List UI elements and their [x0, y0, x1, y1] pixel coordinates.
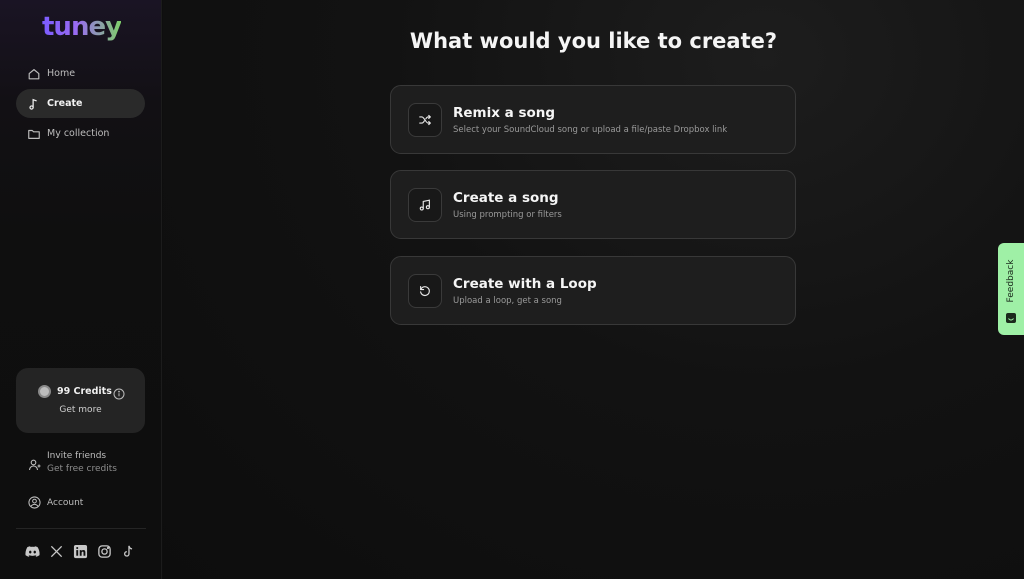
sidebar-item-label: My collection	[47, 128, 110, 139]
remix-song-card[interactable]: Remix a song Select your SoundCloud song…	[390, 85, 796, 154]
info-icon[interactable]	[113, 385, 125, 400]
feedback-tab[interactable]: Feedback	[998, 243, 1024, 335]
create-song-card[interactable]: Create a song Using prompting or filters	[390, 170, 796, 239]
account-label: Account	[47, 497, 84, 508]
account-icon	[28, 496, 41, 509]
sidebar-item-create[interactable]: Create	[16, 89, 145, 118]
card-title: Create a song	[453, 190, 559, 206]
coin-icon	[38, 385, 51, 398]
invite-title: Invite friends	[47, 451, 107, 461]
discord-icon[interactable]	[25, 544, 40, 559]
x-icon[interactable]	[49, 544, 64, 559]
instagram-icon[interactable]	[97, 544, 112, 559]
sidebar-item-label: Create	[47, 98, 83, 109]
card-subtitle: Upload a loop, get a song	[453, 296, 562, 306]
create-loop-card[interactable]: Create with a Loop Upload a loop, get a …	[390, 256, 796, 325]
credits-row: 99 Credits	[38, 385, 112, 398]
credits-count: 99 Credits	[57, 386, 112, 397]
sidebar-item-home[interactable]: Home	[16, 59, 145, 88]
card-subtitle: Select your SoundCloud song or upload a …	[453, 125, 728, 135]
feedback-icon	[1005, 309, 1017, 323]
page-title: What would you like to create?	[409, 29, 778, 53]
sidebar: tuney Home Create My collection 99 Credi…	[0, 0, 162, 579]
tuney-logo[interactable]: tuney	[42, 12, 122, 42]
credits-panel: 99 Credits Get more	[16, 368, 145, 433]
folder-icon	[27, 127, 41, 141]
sidebar-divider	[16, 528, 146, 529]
invite-friends[interactable]: Invite friends Get free credits	[28, 451, 117, 474]
music-note-icon	[27, 97, 41, 111]
user-plus-icon	[28, 457, 42, 471]
card-subtitle: Using prompting or filters	[453, 210, 562, 220]
shuffle-icon	[408, 103, 442, 137]
tiktok-icon[interactable]	[121, 544, 136, 559]
card-title: Remix a song	[453, 105, 556, 121]
card-title: Create with a Loop	[453, 276, 597, 292]
music-note-icon	[408, 188, 442, 222]
sidebar-item-label: Home	[47, 68, 76, 79]
social-links	[25, 544, 136, 559]
sidebar-item-collection[interactable]: My collection	[16, 119, 145, 148]
get-more-link[interactable]: Get more	[16, 405, 145, 415]
linkedin-icon[interactable]	[73, 544, 88, 559]
feedback-label: Feedback	[1006, 259, 1016, 303]
loop-icon	[408, 274, 442, 308]
home-icon	[27, 67, 41, 81]
app-root: tuney Home Create My collection 99 Credi…	[0, 0, 1024, 579]
account-link[interactable]: Account	[28, 496, 83, 509]
invite-subtitle: Get free credits	[47, 464, 117, 474]
